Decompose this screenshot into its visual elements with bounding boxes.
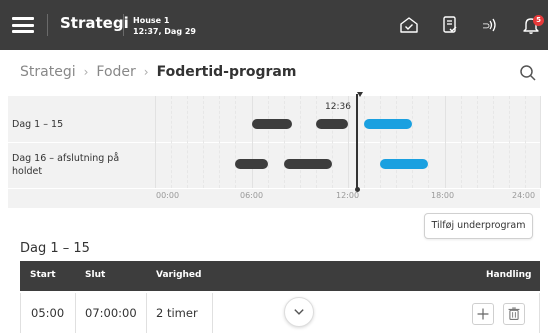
timeline-gridline (187, 96, 189, 188)
cell-duration: 2 timer (156, 306, 198, 320)
cell-end: 07:00:00 (85, 306, 137, 320)
house-check-icon[interactable] (399, 15, 419, 35)
timeline-gridline (283, 96, 285, 188)
table-header: Start Slut Varighed Handling (20, 261, 540, 291)
feeding-period-bar[interactable] (380, 159, 429, 169)
feeding-period-bar[interactable] (235, 159, 268, 169)
house-time: 12:37, Dag 29 (133, 27, 196, 36)
timeline-row-label: Dag 16 – afslutning på holdet (12, 153, 120, 177)
document-check-icon[interactable] (440, 15, 460, 35)
timeline-gridline (267, 96, 269, 188)
divider (123, 14, 124, 36)
house-name: House 1 (133, 16, 170, 25)
timeline-gridline (428, 96, 430, 188)
table-row: 05:00 07:00:00 2 timer (20, 293, 540, 333)
column-header-duration: Varighed (156, 270, 202, 280)
top-bar: Strategi House 1 12:37, Dag 29 ⊃ 5 (0, 0, 548, 50)
cell-divider (75, 293, 76, 333)
timeline-row-label: Dag 1 – 15 (12, 119, 64, 130)
current-time-line (356, 94, 358, 188)
timeline-gridline (540, 96, 541, 188)
search-icon[interactable] (519, 64, 537, 82)
section-title: Dag 1 – 15 (20, 241, 90, 256)
timeline-gridline (524, 96, 526, 188)
timeline-gridline (412, 96, 414, 188)
signal-icon[interactable]: ⊃ (480, 15, 500, 35)
feeding-period-bar[interactable] (364, 119, 413, 129)
svg-text:⊃: ⊃ (482, 21, 490, 32)
timeline-gridline (460, 96, 462, 188)
column-header-start: Start (30, 270, 56, 280)
expand-row-button[interactable] (284, 297, 314, 327)
breadcrumb-item-strategi[interactable]: Strategi (20, 64, 76, 80)
add-subprogram-button[interactable]: Tilføj underprogram (424, 213, 533, 239)
chevron-right-icon: › (83, 65, 89, 79)
column-header-action: Handling (486, 270, 532, 280)
timeline-gridline (476, 96, 478, 188)
app-title: Strategi (60, 14, 129, 32)
notification-badge: 5 (533, 15, 544, 26)
timeline-gridline (380, 96, 382, 188)
timeline-gridline (315, 96, 317, 188)
timeline-gridline (155, 96, 156, 188)
timeline-gridline (251, 96, 253, 188)
menu-icon[interactable] (12, 17, 34, 33)
timeline-gridline (508, 96, 510, 188)
breadcrumb: Strategi › Foder › Fodertid-program (20, 64, 296, 80)
timeline-gridline (203, 96, 205, 188)
column-header-end: Slut (85, 270, 106, 280)
cell-divider (212, 293, 213, 333)
breadcrumb-current: Fodertid-program (156, 64, 297, 80)
cell-divider (146, 293, 147, 333)
timeline-tick: 00:00 (156, 191, 180, 200)
timeline-gridline (492, 96, 494, 188)
feeding-period-bar[interactable] (283, 159, 332, 169)
timeline-gridline (235, 96, 237, 188)
chevron-right-icon: › (143, 65, 149, 79)
breadcrumb-item-foder[interactable]: Foder (96, 64, 135, 80)
add-icon[interactable] (472, 303, 494, 325)
current-time-label: 12:36 (325, 102, 351, 112)
cell-start: 05:00 (31, 306, 65, 320)
timeline-gridline (171, 96, 173, 188)
timeline-tick: 06:00 (240, 191, 264, 200)
trash-icon[interactable] (503, 303, 525, 325)
timeline-gridline (396, 96, 398, 188)
timeline-gridline (299, 96, 301, 188)
feeding-period-bar[interactable] (251, 119, 292, 129)
row-divider (8, 188, 540, 189)
timeline-gridline (219, 96, 221, 188)
timeline-tick: 12:00 (336, 191, 360, 200)
timeline-tick: 24:00 (512, 191, 536, 200)
divider (47, 14, 48, 36)
timeline-gridline (444, 96, 446, 188)
feeding-period-bar[interactable] (315, 119, 348, 129)
timeline-tick: 18:00 (431, 191, 455, 200)
current-time-marker-icon (357, 92, 363, 97)
timeline-gridline (364, 96, 366, 188)
